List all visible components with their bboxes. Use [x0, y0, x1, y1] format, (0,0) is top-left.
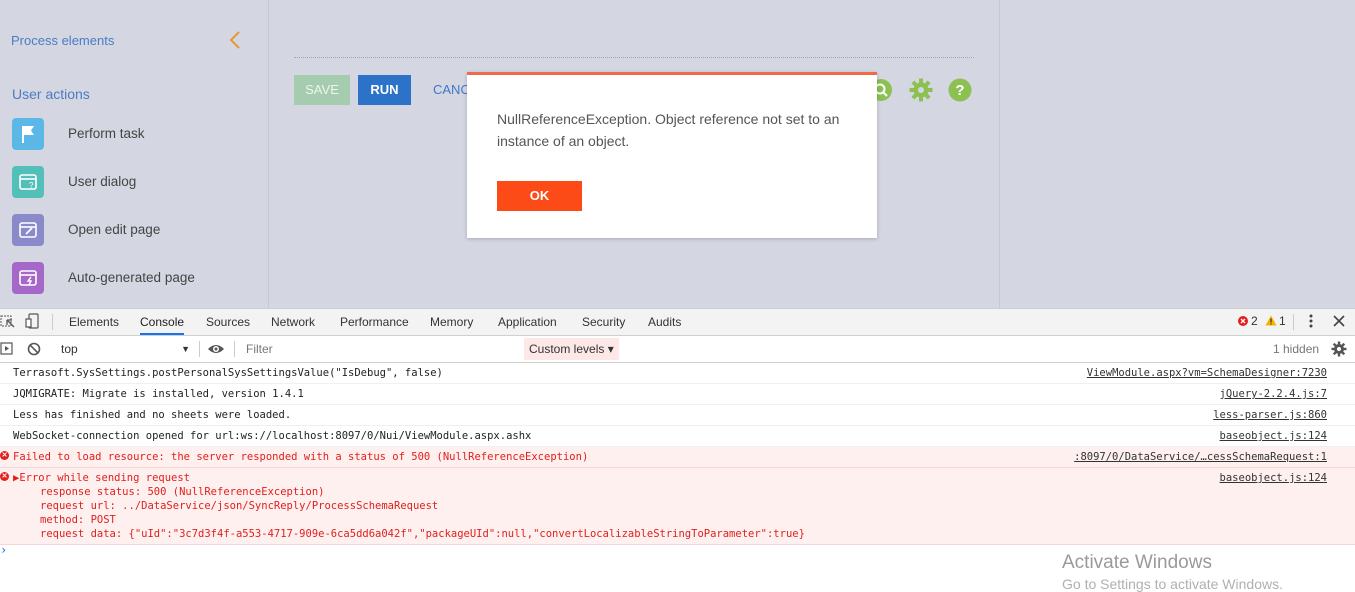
- element-label: Open edit page: [68, 222, 161, 237]
- activation-watermark-subtitle: Go to Settings to activate Windows.: [1062, 576, 1283, 592]
- console-log-row: Terrasoft.SysSettings.postPersonalSysSet…: [0, 363, 1355, 384]
- tab-network[interactable]: Network: [271, 315, 315, 329]
- error-icon: ✕: [0, 472, 9, 481]
- tab-elements[interactable]: Elements: [69, 315, 119, 329]
- tab-memory[interactable]: Memory: [430, 315, 473, 329]
- hidden-messages-count: 1 hidden: [1273, 342, 1320, 356]
- source-link[interactable]: baseobject.js:124: [1220, 472, 1327, 484]
- error-title[interactable]: ▶Error while sending request: [13, 472, 190, 484]
- error-icon: ✕: [0, 451, 9, 460]
- divider: [52, 314, 53, 330]
- close-icon[interactable]: [1331, 313, 1347, 329]
- divider: [199, 341, 200, 357]
- error-detail-line: request data: {"uId":"3c7d3f4f-a553-4717…: [40, 528, 805, 540]
- more-options-icon[interactable]: [1303, 313, 1319, 329]
- element-auto-generated-page[interactable]: Auto-generated page: [12, 262, 262, 294]
- svg-text:?: ?: [29, 181, 34, 190]
- tab-performance[interactable]: Performance: [340, 315, 409, 329]
- source-link[interactable]: jQuery-2.2.4.js:7: [1220, 388, 1327, 400]
- chevron-left-icon[interactable]: [228, 28, 242, 52]
- error-detail-line: method: POST: [40, 514, 116, 526]
- svg-text:?: ?: [955, 82, 964, 99]
- eye-icon[interactable]: [207, 341, 225, 357]
- cancel-button[interactable]: CANC: [433, 75, 470, 105]
- gear-icon[interactable]: [1331, 341, 1347, 357]
- element-label: User dialog: [68, 174, 137, 189]
- chevron-down-icon: ▼: [181, 344, 190, 354]
- activation-watermark: Activate Windows: [1062, 552, 1212, 573]
- divider: [1293, 314, 1294, 330]
- log-message: Less has finished and no sheets were loa…: [13, 409, 292, 421]
- error-message: NullReferenceException. Object reference…: [497, 111, 840, 149]
- console-error-row[interactable]: ✕ ▶Error while sending request baseobjec…: [0, 468, 1355, 545]
- console-log-row: WebSocket-connection opened for url:ws:/…: [0, 426, 1355, 447]
- sidebar-toggle-icon[interactable]: [0, 341, 16, 357]
- clear-console-icon[interactable]: [26, 341, 42, 357]
- dialog-icon: ?: [12, 166, 44, 198]
- error-message: Failed to load resource: the server resp…: [13, 451, 589, 463]
- console-error-row: ✕ Failed to load resource: the server re…: [0, 447, 1355, 468]
- autogen-page-icon: [12, 262, 44, 294]
- help-icon[interactable]: ?: [948, 78, 972, 102]
- tab-security[interactable]: Security: [582, 315, 625, 329]
- context-value: top: [61, 342, 78, 356]
- run-button[interactable]: RUN: [358, 75, 411, 105]
- filter-input[interactable]: [241, 340, 531, 358]
- devtools-panel: Elements Console Sources Network Perform…: [0, 308, 1355, 587]
- divider: [294, 57, 974, 58]
- source-link[interactable]: :8097/0/DataService/…cessSchemaRequest:1: [1074, 451, 1327, 463]
- properties-panel: [999, 0, 1355, 308]
- device-toolbar-icon[interactable]: [24, 313, 40, 329]
- console-toolbar: top ▼ Custom levels ▾ 1 hidden: [0, 336, 1355, 363]
- element-label: Auto-generated page: [68, 270, 195, 285]
- gear-icon[interactable]: [909, 78, 933, 102]
- console-prompt[interactable]: ›: [0, 543, 7, 557]
- context-select[interactable]: top ▼: [53, 340, 196, 358]
- log-message: JQMIGRATE: Migrate is installed, version…: [13, 388, 304, 400]
- tab-application[interactable]: Application: [498, 315, 557, 329]
- process-elements-panel: Process elements User actions Perform ta…: [0, 0, 269, 308]
- warning-icon: [1265, 315, 1277, 326]
- console-output: Terrasoft.SysSettings.postPersonalSysSet…: [0, 363, 1355, 557]
- console-log-row: JQMIGRATE: Migrate is installed, version…: [0, 384, 1355, 405]
- error-detail-line: response status: 500 (NullReferenceExcep…: [40, 486, 325, 498]
- tab-sources[interactable]: Sources: [206, 315, 250, 329]
- log-message: Terrasoft.SysSettings.postPersonalSysSet…: [13, 367, 443, 379]
- divider: [234, 341, 235, 357]
- log-levels-dropdown[interactable]: Custom levels ▾: [524, 338, 619, 360]
- tab-console[interactable]: Console: [140, 315, 185, 335]
- source-link[interactable]: less-parser.js:860: [1213, 409, 1327, 421]
- error-icon: [1238, 316, 1248, 326]
- element-open-edit-page[interactable]: Open edit page: [12, 214, 262, 246]
- error-count[interactable]: 2: [1251, 314, 1258, 328]
- error-detail-line: request url: ../DataService/json/SyncRep…: [40, 500, 439, 512]
- source-link[interactable]: baseobject.js:124: [1220, 430, 1327, 442]
- inspect-element-icon[interactable]: [0, 313, 16, 329]
- user-actions-title: User actions: [12, 86, 90, 102]
- flag-icon: [12, 118, 44, 150]
- element-perform-task[interactable]: Perform task: [12, 118, 262, 150]
- source-link[interactable]: ViewModule.aspx?vm=SchemaDesigner:7230: [1087, 367, 1327, 379]
- element-label: Perform task: [68, 126, 145, 141]
- tab-audits[interactable]: Audits: [648, 315, 681, 329]
- error-dialog: NullReferenceException. Object reference…: [467, 72, 877, 238]
- log-message: WebSocket-connection opened for url:ws:/…: [13, 430, 532, 442]
- save-button[interactable]: SAVE: [294, 75, 350, 105]
- devtools-tab-bar: Elements Console Sources Network Perform…: [0, 309, 1355, 336]
- warning-count[interactable]: 1: [1279, 314, 1286, 328]
- ok-button[interactable]: OK: [497, 181, 582, 211]
- element-user-dialog[interactable]: ? User dialog: [12, 166, 262, 198]
- process-elements-title: Process elements: [11, 33, 115, 48]
- console-log-row: Less has finished and no sheets were loa…: [0, 405, 1355, 426]
- edit-page-icon: [12, 214, 44, 246]
